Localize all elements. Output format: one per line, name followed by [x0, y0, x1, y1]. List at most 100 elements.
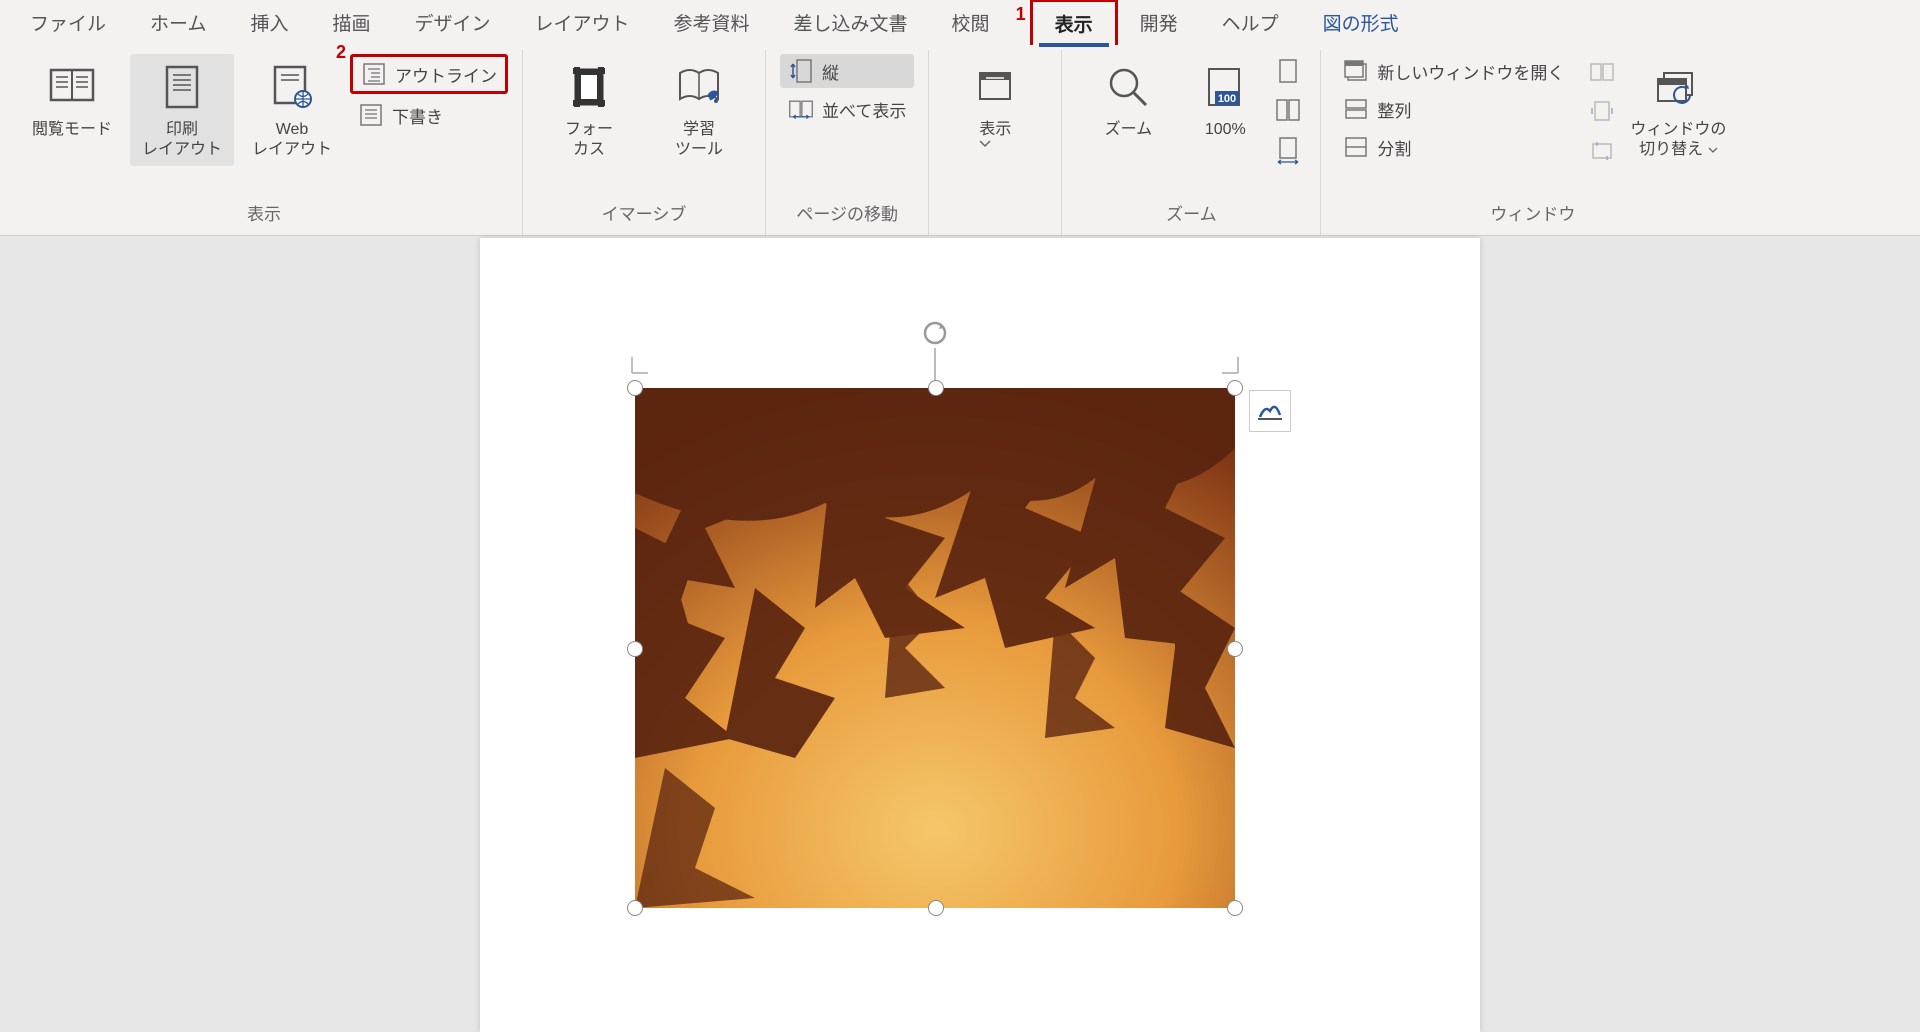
- group-zoom: ズーム 100 100% ズーム: [1062, 50, 1321, 235]
- arrange-all-label: 整列: [1377, 97, 1411, 122]
- group-views: 閲覧モード 印刷 レイアウト Web レイアウト 2: [6, 50, 523, 235]
- side-by-side-button[interactable]: 並べて表示: [780, 92, 914, 126]
- chevron-down-icon: [979, 140, 991, 148]
- side-by-side-label: 並べて表示: [822, 97, 906, 122]
- resize-handle-r[interactable]: [1227, 641, 1243, 657]
- tab-picture-format[interactable]: 図の形式: [1301, 1, 1421, 44]
- tab-developer[interactable]: 開発: [1118, 1, 1200, 44]
- svg-text:100: 100: [1218, 93, 1236, 105]
- focus-button[interactable]: フォー カス: [537, 54, 641, 166]
- sync-scroll-icon: [1589, 100, 1615, 122]
- zoom-icon: [1106, 60, 1150, 114]
- learning-tools-label: 学習 ツール: [675, 120, 723, 160]
- multi-page-button[interactable]: [1270, 94, 1306, 128]
- document-page[interactable]: [480, 238, 1480, 1032]
- group-window: 新しいウィンドウを開く 整列 分割: [1321, 50, 1744, 235]
- outline-label: アウトライン: [395, 62, 497, 87]
- show-label: 表示: [979, 120, 1011, 148]
- image-content: [635, 388, 1235, 908]
- rotate-handle-icon: [920, 318, 950, 348]
- reset-window-icon: [1589, 140, 1615, 162]
- hundred-percent-icon: 100: [1201, 60, 1249, 114]
- learning-tools-button[interactable]: 学習 ツール: [647, 54, 751, 166]
- group-page-movement-label: ページの移動: [796, 194, 898, 235]
- arrange-all-icon: [1343, 96, 1369, 122]
- selected-image[interactable]: [635, 388, 1235, 908]
- tab-layout[interactable]: レイアウト: [513, 1, 652, 44]
- group-immersive-label: イマーシブ: [602, 194, 687, 235]
- split-button[interactable]: 分割: [1335, 130, 1572, 164]
- draft-label: 下書き: [392, 103, 443, 128]
- tab-design[interactable]: デザイン: [392, 1, 512, 44]
- sync-scroll-button[interactable]: [1584, 94, 1620, 128]
- reading-mode-label: 閲覧モード: [32, 120, 112, 140]
- reading-mode-button[interactable]: 閲覧モード: [20, 54, 124, 146]
- print-layout-button[interactable]: 印刷 レイアウト: [130, 54, 234, 166]
- outline-icon: [361, 61, 387, 87]
- reset-window-button[interactable]: [1584, 134, 1620, 168]
- tab-insert[interactable]: 挿入: [228, 1, 310, 44]
- annotation-1: 1: [1016, 4, 1026, 25]
- group-zoom-label: ズーム: [1166, 194, 1217, 235]
- rotate-handle[interactable]: [920, 318, 950, 382]
- resize-handle-l[interactable]: [627, 641, 643, 657]
- resize-handle-tl[interactable]: [627, 380, 643, 396]
- tab-file[interactable]: ファイル: [8, 1, 128, 44]
- resize-handle-tr[interactable]: [1227, 380, 1243, 396]
- tab-draw[interactable]: 描画: [310, 1, 392, 44]
- print-layout-icon: [163, 60, 201, 114]
- split-label: 分割: [1377, 135, 1411, 160]
- group-show-label: [993, 194, 998, 230]
- tab-home[interactable]: ホーム: [128, 1, 228, 44]
- view-side-by-side-button[interactable]: [1584, 54, 1620, 88]
- ribbon-tabs: ファイル ホーム 挿入 描画 デザイン レイアウト 参考資料 差し込み文書 校閲…: [0, 0, 1920, 44]
- vertical-icon: [788, 58, 814, 84]
- print-layout-label: 印刷 レイアウト: [142, 120, 222, 160]
- focus-icon: [569, 60, 609, 114]
- layout-options-button[interactable]: [1249, 390, 1291, 432]
- crop-mark-tl: [631, 356, 649, 374]
- tab-references[interactable]: 参考資料: [652, 1, 772, 44]
- ribbon-groups: 閲覧モード 印刷 レイアウト Web レイアウト 2: [0, 44, 1920, 235]
- show-icon: [976, 60, 1014, 114]
- tab-review[interactable]: 校閲: [930, 1, 1012, 44]
- multi-page-icon: [1275, 98, 1301, 124]
- zoom-label: ズーム: [1105, 120, 1153, 140]
- hundred-percent-button[interactable]: 100 100%: [1186, 54, 1264, 146]
- page-width-button[interactable]: [1270, 134, 1306, 168]
- one-page-button[interactable]: [1270, 54, 1306, 88]
- reading-mode-icon: [49, 60, 95, 114]
- arrange-all-button[interactable]: 整列: [1335, 92, 1572, 126]
- resize-handle-br[interactable]: [1227, 900, 1243, 916]
- resize-handle-bl[interactable]: [627, 900, 643, 916]
- vertical-button[interactable]: 縦: [780, 54, 914, 88]
- vertical-label: 縦: [822, 59, 839, 84]
- learning-tools-icon: [676, 60, 722, 114]
- show-dropdown[interactable]: 表示: [943, 54, 1047, 154]
- group-page-movement: 縦 並べて表示 ページの移動: [766, 50, 929, 235]
- new-window-button[interactable]: 新しいウィンドウを開く: [1335, 54, 1572, 88]
- chevron-down-icon: [1708, 147, 1718, 154]
- switch-windows-button[interactable]: ウィンドウの 切り替え: [1626, 54, 1730, 166]
- draft-button[interactable]: 下書き: [350, 98, 508, 132]
- tab-help[interactable]: ヘルプ: [1200, 1, 1301, 44]
- resize-handle-b[interactable]: [928, 900, 944, 916]
- outline-button[interactable]: アウトライン: [350, 54, 508, 94]
- resize-handle-t[interactable]: [928, 380, 944, 396]
- tab-mailings[interactable]: 差し込み文書: [772, 1, 930, 44]
- one-page-icon: [1277, 58, 1299, 84]
- page-width-icon: [1275, 136, 1301, 166]
- new-window-label: 新しいウィンドウを開く: [1377, 59, 1564, 84]
- ribbon: ファイル ホーム 挿入 描画 デザイン レイアウト 参考資料 差し込み文書 校閲…: [0, 0, 1920, 236]
- focus-label: フォー カス: [565, 120, 613, 160]
- crop-mark-tr: [1221, 356, 1239, 374]
- switch-windows-icon: [1654, 60, 1702, 114]
- split-icon: [1343, 134, 1369, 160]
- zoom-button[interactable]: ズーム: [1076, 54, 1180, 146]
- web-layout-button[interactable]: Web レイアウト: [240, 54, 344, 166]
- web-layout-icon: [271, 60, 313, 114]
- tab-view[interactable]: 表示: [1030, 0, 1118, 45]
- annotation-2: 2: [336, 42, 346, 63]
- group-show: 表示: [929, 50, 1062, 235]
- layout-options-icon: [1256, 399, 1284, 423]
